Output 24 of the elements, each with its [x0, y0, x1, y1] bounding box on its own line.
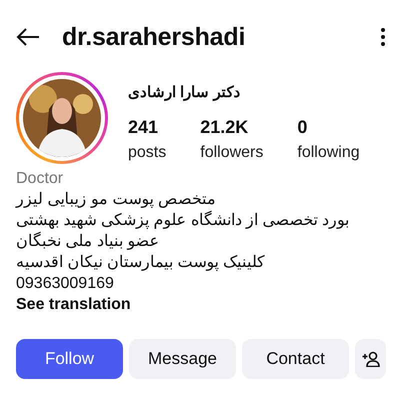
stat-count: 0 [297, 117, 308, 138]
profile-username: dr.sarahershadi [62, 22, 246, 52]
profile-action-button[interactable]: Contact [242, 339, 349, 379]
phone-number: 09363009169 [16, 274, 114, 294]
more-options-button[interactable] [380, 27, 386, 47]
stat-count: 241 [128, 117, 160, 138]
bio-line: عضو بنیاد ملی نخبگان [16, 231, 160, 252]
back-button[interactable] [16, 27, 40, 47]
see-translation-link[interactable]: See translation [16, 294, 131, 315]
profile-action-button[interactable]: Message [129, 339, 236, 379]
back-arrow-icon [16, 27, 40, 47]
bio-line: کلینیک پوست بیمارستان نیکان اقدسیه [16, 253, 265, 273]
bio-line: بورد تخصصی از دانشگاه علوم پزشکی شهید بهشتی [16, 210, 350, 231]
profile-category: Doctor [16, 169, 64, 189]
suggest-people-button[interactable] [355, 339, 386, 379]
more-icon [380, 27, 386, 47]
stat-label[interactable]: following [297, 144, 360, 162]
stat-label[interactable]: posts [128, 144, 166, 162]
follow-button[interactable]: Follow [16, 339, 123, 379]
bio-line: متخصص پوست مو زیبایی لیزر [16, 190, 216, 210]
add-person-icon [362, 351, 380, 367]
display-name: دکتر سارا ارشادی [128, 83, 242, 101]
stat-count: 21.2K [200, 117, 250, 138]
stat-label[interactable]: followers [200, 144, 264, 162]
